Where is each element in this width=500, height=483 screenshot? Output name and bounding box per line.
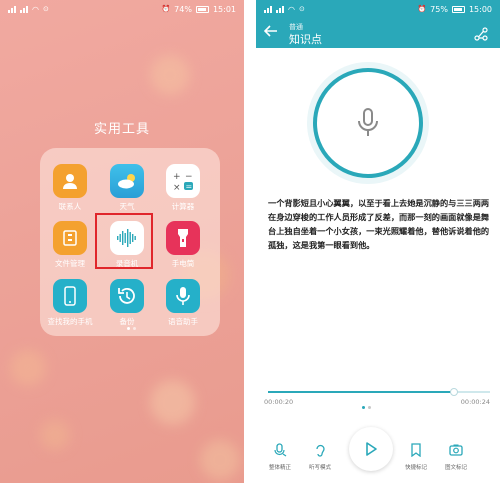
record-microphone-button[interactable] [313,68,423,178]
screenshot-root: ◠ ⊙ ⏰ 74% 15:01 实用工具 联系人 天气 + − × = 计算器 … [0,0,500,483]
notification-icon: ⊙ [298,5,305,13]
page-indicator [362,406,371,409]
app-weather[interactable]: 天气 [99,164,155,212]
progress-handle[interactable] [450,388,459,396]
play-icon [366,442,377,456]
signal-icon [264,5,272,13]
app-label: 语音助手 [168,317,198,326]
dictation-mode-button[interactable]: 听写模式 [300,442,340,471]
share-icon[interactable] [474,26,488,41]
folder-icon [53,221,87,255]
page-title: 知识点 [289,33,322,46]
play-button[interactable] [349,427,393,471]
control-label: 整体精正 [268,465,291,471]
app-backup[interactable]: 备份 [99,279,155,327]
transcript-text: 一个背影短且小心翼翼，以至于看上去她是沉静的与三三两两在身边穿梭的工作人员形成了… [268,198,490,250]
app-label: 天气 [119,202,135,211]
home-screen-folder-view: ◠ ⊙ ⏰ 74% 15:01 实用工具 联系人 天气 + − × = 计算器 … [0,0,244,483]
camera-icon [449,444,463,456]
app-contacts[interactable]: 联系人 [42,164,98,212]
quick-mark-button[interactable]: 快捷标记 [396,442,436,471]
progress-fill [268,391,455,393]
signal-icon-2 [20,5,28,13]
overall-correction-button[interactable]: 整体精正 [260,442,300,471]
app-label: 手电筒 [171,259,195,268]
battery-icon [195,5,209,13]
folder-title: 实用工具 [93,122,150,137]
total-time: 00:00:24 [460,398,490,406]
app-voice-assistant[interactable]: 语音助手 [155,279,211,327]
calculator-icon: + − × = [166,164,200,198]
contacts-icon [53,164,87,198]
signal-icon-2 [276,5,284,13]
voice-assistant-icon [166,279,200,313]
current-time: 00:00:20 [264,398,294,406]
flashlight-icon [166,221,200,255]
highlight-box [95,213,153,269]
find-phone-icon [53,279,87,313]
app-file-manager[interactable]: 文件管理 [42,221,98,269]
battery-icon [451,5,465,13]
app-flashlight[interactable]: 手电筒 [155,221,211,269]
notification-icon: ⊙ [42,5,49,13]
control-label: 快捷标记 [404,465,427,471]
recorder-screen: ◠ ⊙ ⏰ 75% 15:00 普通 知识点 一个背影短且小心翼翼，以至于看上去… [256,0,500,483]
app-label: 文件管理 [55,259,85,268]
bookmark-icon [411,443,421,458]
svg-text:+: + [173,172,181,182]
weather-icon [110,164,144,198]
alarm-icon: ⏰ [161,5,171,13]
backup-icon [110,279,144,313]
app-label: 计算器 [171,202,195,211]
control-label: 图文标记 [444,465,467,471]
page-indicator [127,327,136,330]
battery-percent: 74% [174,4,192,14]
control-label: 听写模式 [308,465,331,471]
app-label: 联系人 [58,202,82,211]
clock: 15:01 [212,4,236,14]
wifi-icon: ◠ [32,4,39,14]
status-bar: ◠ ⊙ ⏰ 75% 15:00 [256,0,500,18]
svg-text:=: = [186,182,193,191]
app-label: 查找我的手机 [47,317,93,326]
svg-text:×: × [173,183,181,193]
correction-icon [274,443,287,457]
svg-text:−: − [185,172,193,182]
playback-progress-bar[interactable] [268,388,490,396]
image-text-mark-button[interactable]: 图文标记 [436,442,476,471]
app-header: ◠ ⊙ ⏰ 75% 15:00 普通 知识点 [256,0,500,48]
alarm-icon: ⏰ [417,5,427,13]
app-find-my-phone[interactable]: 查找我的手机 [42,279,98,327]
status-bar: ◠ ⊙ ⏰ 74% 15:01 [0,0,244,18]
signal-icon [8,5,16,13]
back-arrow-icon[interactable] [263,25,278,41]
app-calculator[interactable]: + − × = 计算器 [155,164,211,212]
wifi-icon: ◠ [288,4,295,14]
battery-percent: 75% [430,4,448,14]
app-label: 备份 [119,317,135,326]
clock: 15:00 [468,4,492,14]
ear-icon [316,444,325,457]
microphone-icon [358,108,378,136]
